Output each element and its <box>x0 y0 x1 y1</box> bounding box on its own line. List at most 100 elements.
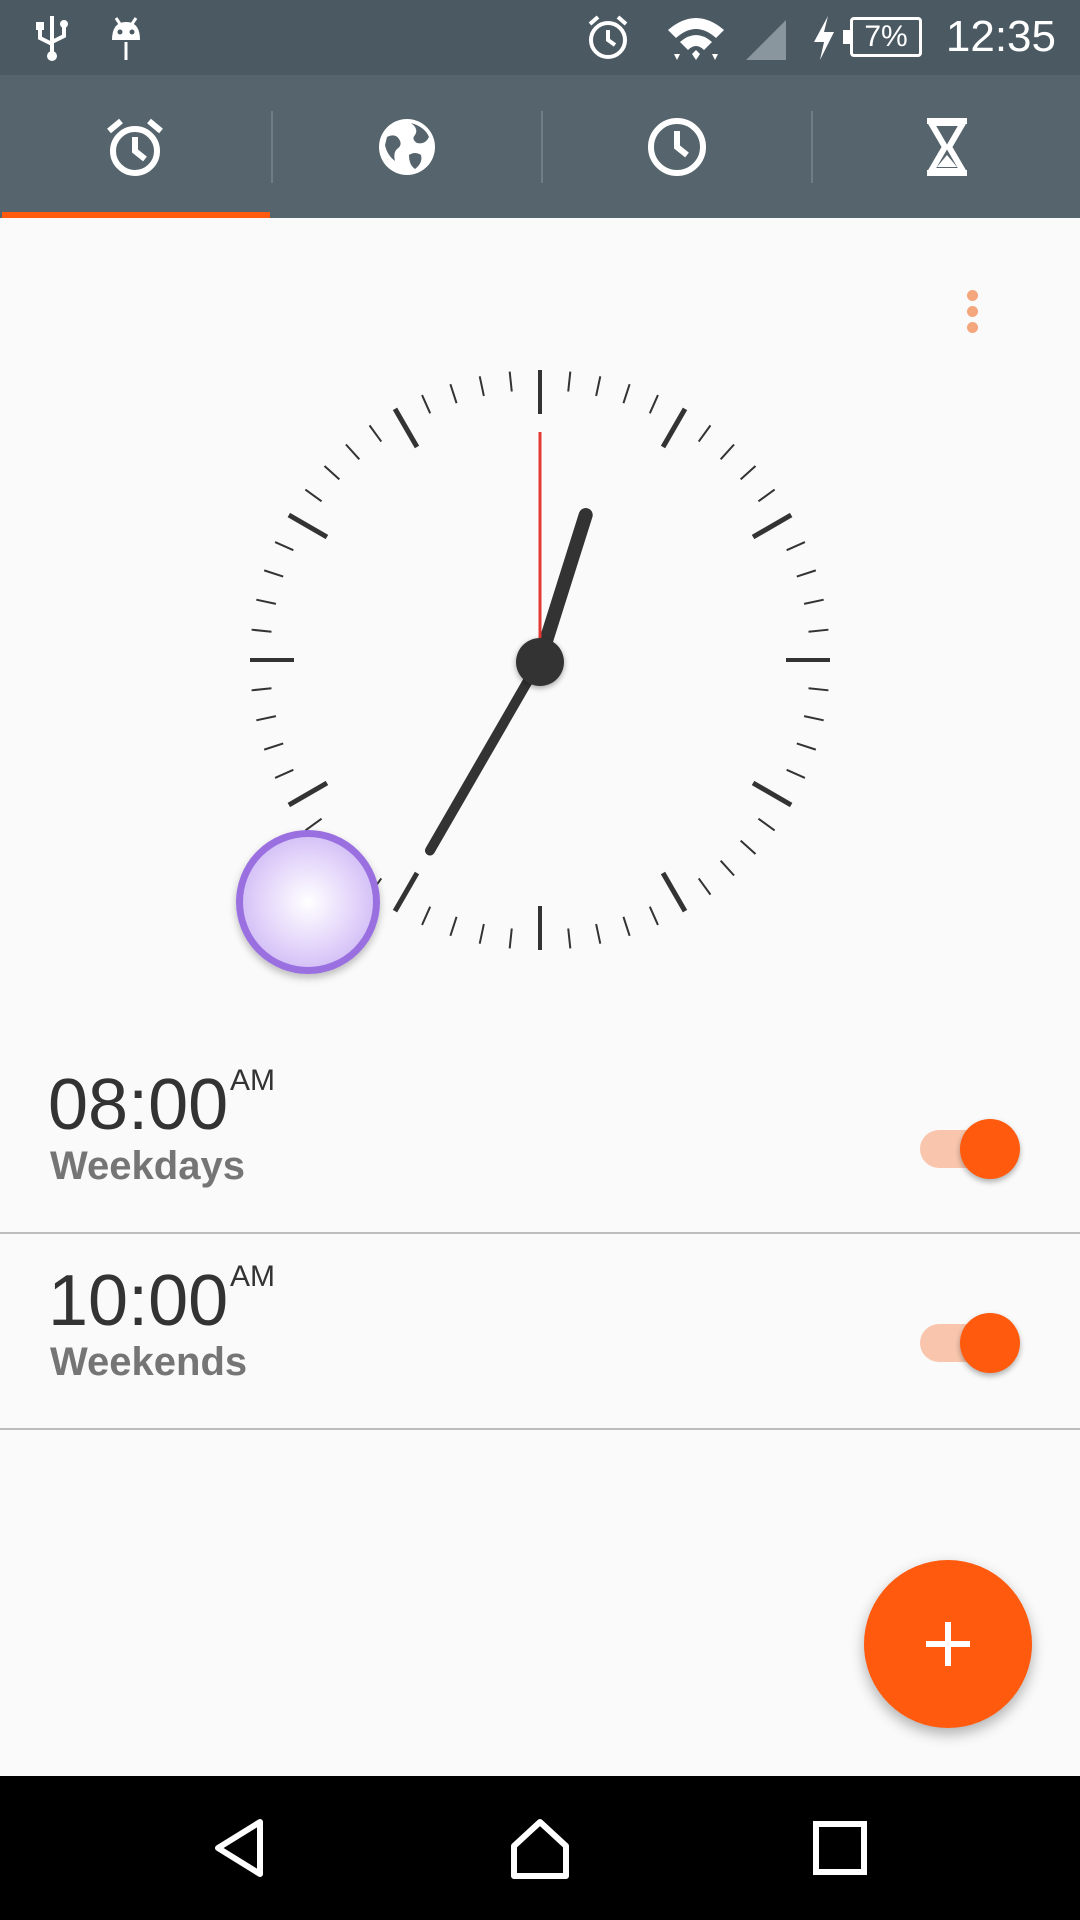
navigation-bar <box>0 1776 1080 1920</box>
clock-tick <box>567 371 572 392</box>
clock-tick <box>274 768 294 779</box>
clock-tick <box>751 780 793 808</box>
alarm-time: 10:00 <box>48 1261 229 1341</box>
add-alarm-button[interactable] <box>864 1560 1032 1728</box>
more-options-icon[interactable] <box>948 276 996 346</box>
clock-tick <box>478 923 485 944</box>
clock-tick <box>648 906 659 926</box>
clock-tick <box>796 569 817 578</box>
battery-percent: 7% <box>864 20 908 53</box>
divider <box>0 1428 1080 1430</box>
alarm-toggle[interactable] <box>920 1306 1020 1373</box>
back-button[interactable] <box>200 1808 280 1888</box>
alarm-ampm: AM <box>230 1064 275 1097</box>
tab-world-clock[interactable] <box>272 75 542 218</box>
clock-icon <box>648 117 706 176</box>
alarm-toggle-thumb <box>960 1119 1020 1179</box>
hourglass-icon <box>927 117 967 176</box>
clock-tick <box>392 407 420 449</box>
clock-tick <box>287 512 329 540</box>
clock-tick <box>478 376 485 397</box>
clock-tick <box>595 376 602 397</box>
clock-tick <box>287 780 329 808</box>
status-time: 12:35 <box>945 12 1056 61</box>
clock-tick <box>808 628 829 633</box>
hour-hand <box>533 508 593 667</box>
clock-tick <box>274 541 294 552</box>
alarm-time: 08:00 <box>48 1065 229 1145</box>
minute-hand <box>425 655 545 856</box>
clock-tick <box>595 923 602 944</box>
tab-selected-indicator <box>2 212 270 218</box>
clock-tick <box>567 928 572 949</box>
touch-indicator <box>236 830 380 974</box>
globe-icon <box>379 118 435 175</box>
home-icon <box>511 1819 569 1879</box>
clock-tick <box>256 715 277 722</box>
clock-tick <box>263 742 284 751</box>
clock-tick <box>719 859 735 877</box>
clock-center <box>516 638 564 686</box>
tab-timer[interactable] <box>812 75 1080 218</box>
usb-icon <box>36 16 68 61</box>
clock-tick <box>697 877 712 896</box>
recents-icon <box>813 1821 867 1875</box>
recents-button[interactable] <box>800 1808 880 1888</box>
clock-tick <box>251 687 272 692</box>
clock-tick <box>251 628 272 633</box>
clock-tick <box>739 465 757 481</box>
alarm-row[interactable]: 08:00 AM Weekdays <box>0 1040 1080 1234</box>
clock-tick <box>449 916 458 937</box>
alarm-clock-icon <box>107 118 163 176</box>
clock-tick <box>719 443 735 461</box>
clock-tick <box>622 916 631 937</box>
home-button[interactable] <box>500 1808 580 1888</box>
clock-tick <box>263 569 284 578</box>
clock-tick <box>345 443 361 461</box>
alarm-ampm: AM <box>230 1260 275 1293</box>
clock-tick <box>803 715 824 722</box>
alarm-toggle-thumb <box>960 1313 1020 1373</box>
status-bar: 7% 12:35 <box>0 0 1080 75</box>
clock-tick <box>304 817 323 832</box>
clock-tick <box>256 598 277 605</box>
clock-tick <box>757 488 776 503</box>
clock-tick <box>508 928 513 949</box>
tab-clock[interactable] <box>542 75 812 218</box>
clock-tick <box>304 488 323 503</box>
wifi-icon <box>668 18 724 60</box>
android-debug-icon <box>112 17 140 60</box>
clock-tick <box>803 598 824 605</box>
clock-tick <box>392 871 420 913</box>
charging-icon <box>814 16 834 60</box>
clock-tick <box>786 768 806 779</box>
clock-tick <box>757 817 776 832</box>
tab-alarm[interactable] <box>0 75 270 218</box>
alarm-row[interactable]: 10:00 AM Weekends <box>0 1236 1080 1430</box>
clock-tick <box>697 424 712 443</box>
divider <box>0 1232 1080 1234</box>
clock-tick <box>796 742 817 751</box>
cell-signal-icon <box>746 20 786 60</box>
alarm-days: Weekdays <box>50 1144 245 1188</box>
clock-tick <box>660 407 688 449</box>
clock-tick <box>323 465 341 481</box>
clock-tick <box>660 871 688 913</box>
back-icon <box>215 1819 263 1877</box>
clock-tick <box>449 383 458 404</box>
alarm-toggle[interactable] <box>920 1112 1020 1179</box>
clock-tick <box>648 394 659 414</box>
battery-icon: 7% <box>843 17 922 57</box>
alarm-days: Weekends <box>50 1340 248 1384</box>
clock-tick <box>739 839 757 855</box>
clock-tick <box>368 424 383 443</box>
clock-tick <box>508 371 513 392</box>
clock-tick <box>751 512 793 540</box>
plus-icon <box>926 1622 970 1666</box>
tab-bar <box>0 75 1080 218</box>
clock-tick <box>622 383 631 404</box>
clock-tick <box>421 394 432 414</box>
clock-tick <box>786 541 806 552</box>
clock-tick <box>808 687 829 692</box>
alarm-icon <box>588 15 628 59</box>
